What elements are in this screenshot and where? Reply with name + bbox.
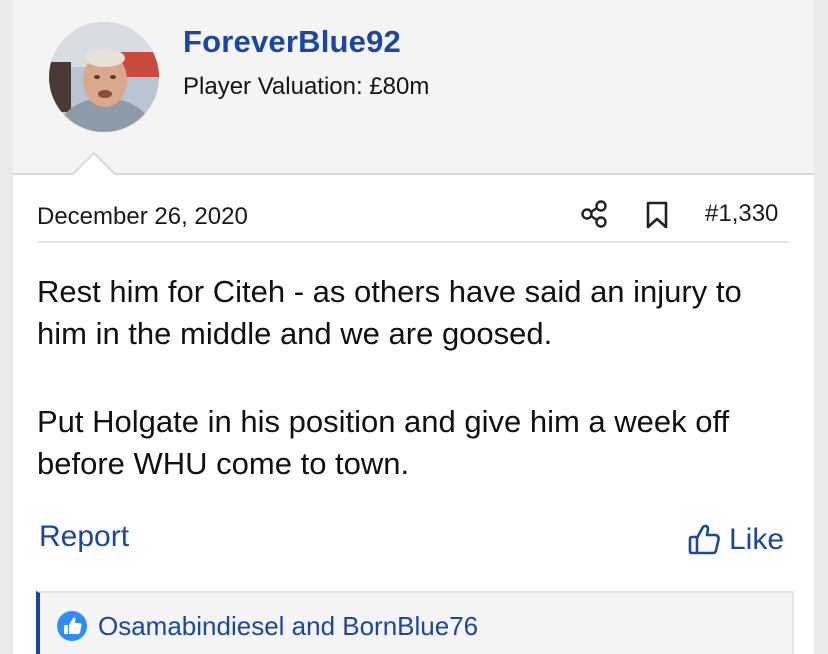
left-edge <box>0 0 13 654</box>
like-label: Like <box>729 523 785 556</box>
player-valuation: Player Valuation: £80m <box>183 73 430 100</box>
post-content: Rest him for Citeh - as others have said… <box>37 271 797 531</box>
reactions-bar: Osamabindiesel and BornBlue76 <box>36 591 794 654</box>
like-badge-icon <box>57 611 87 641</box>
report-link[interactable]: Report <box>39 520 129 554</box>
bookmark-icon[interactable] <box>644 200 670 230</box>
divider <box>37 241 789 243</box>
post-date[interactable]: December 26, 2020 <box>37 203 248 231</box>
post-body: December 26, 2020 #1,330 Rest him for Ci… <box>13 175 814 654</box>
thumbs-up-icon <box>688 524 720 555</box>
post-paragraph: Put Holgate in his position and give him… <box>37 404 730 481</box>
post-number-link[interactable]: #1,330 <box>705 200 778 228</box>
right-edge <box>814 0 828 654</box>
avatar[interactable] <box>49 22 159 132</box>
username[interactable]: ForeverBlue92 <box>183 24 401 60</box>
avatar-photo <box>49 22 159 132</box>
user-header: ForeverBlue92 Player Valuation: £80m <box>13 0 814 175</box>
like-button[interactable]: Like <box>687 520 784 560</box>
share-icon[interactable] <box>579 199 609 229</box>
post-frame: ForeverBlue92 Player Valuation: £80m Dec… <box>0 0 828 654</box>
reaction-users[interactable]: Osamabindiesel and BornBlue76 <box>98 611 478 642</box>
post-paragraph: Rest him for Citeh - as others have said… <box>37 274 742 351</box>
